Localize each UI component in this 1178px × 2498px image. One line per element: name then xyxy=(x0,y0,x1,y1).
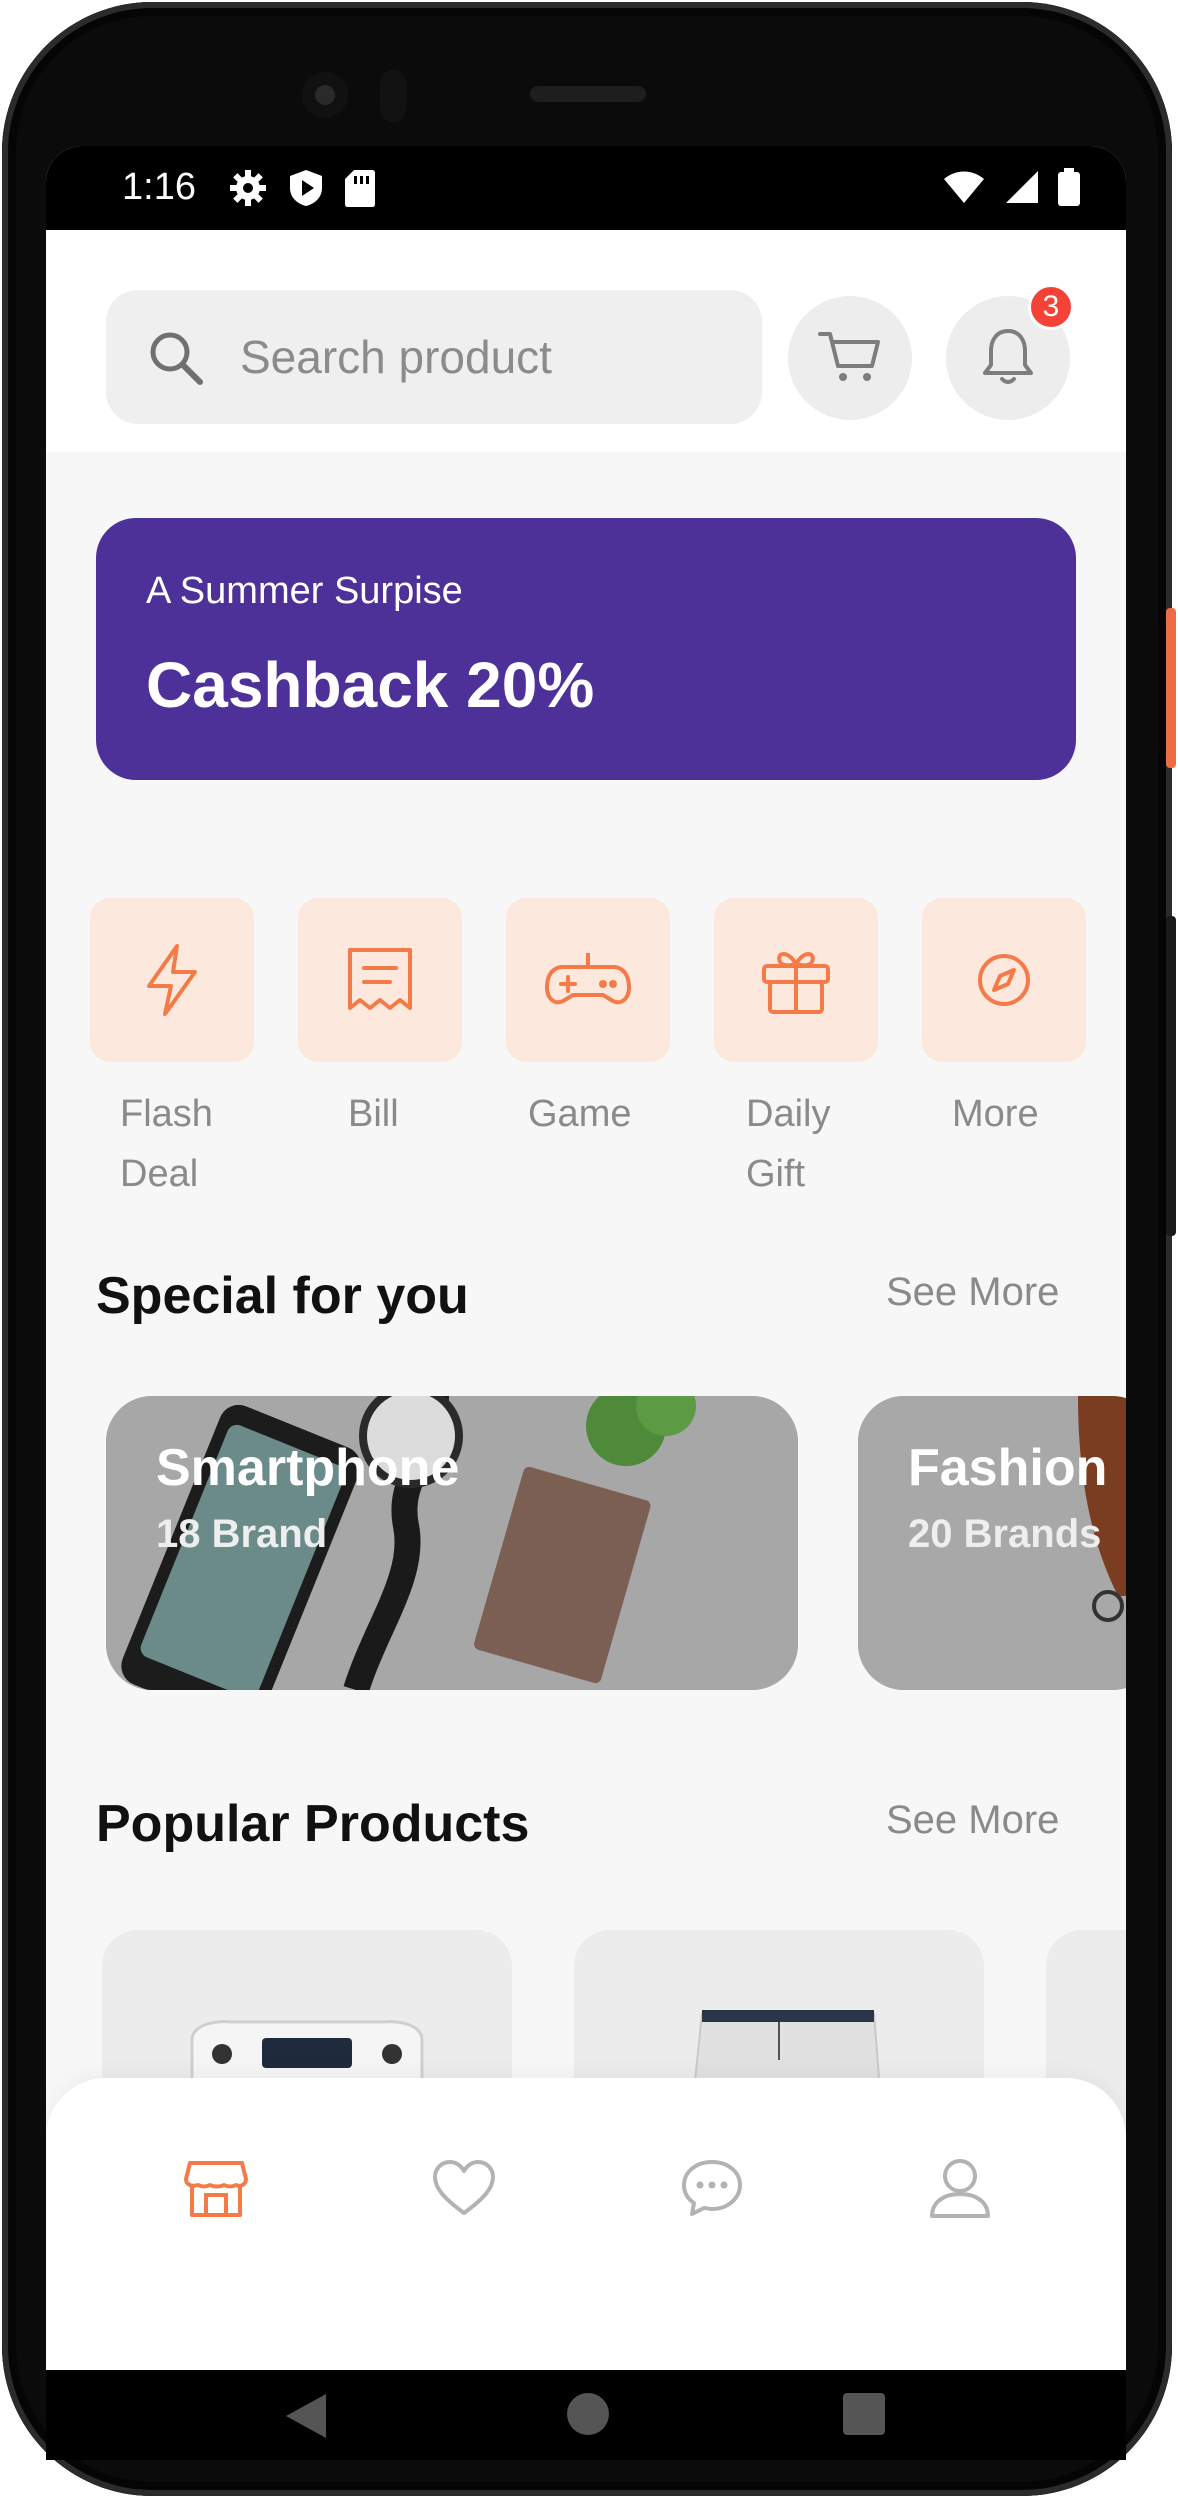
special-card-count: 20 Brands xyxy=(908,1512,1102,1556)
app-screen: 3 A Summer Surpise Cashback 20% FlashDea… xyxy=(46,146,1126,2370)
top-header: 3 xyxy=(46,230,1126,452)
front-camera xyxy=(302,72,348,118)
shield-play-icon xyxy=(288,168,324,213)
special-card-name: Smartphone xyxy=(156,1439,460,1497)
flash-icon xyxy=(90,898,254,1062)
battery-icon xyxy=(1058,168,1080,211)
status-icons-left xyxy=(228,168,376,213)
sensor xyxy=(380,70,406,122)
cart-icon xyxy=(816,326,884,391)
popular-see-more-link[interactable]: See More xyxy=(886,1798,1059,1843)
search-input[interactable] xyxy=(238,324,722,390)
back-icon[interactable] xyxy=(282,2392,328,2445)
promo-banner[interactable]: A Summer Surpise Cashback 20% xyxy=(96,518,1076,780)
game-icon xyxy=(506,898,670,1062)
home-icon[interactable] xyxy=(566,2392,610,2441)
banner-title: Cashback 20% xyxy=(146,649,595,721)
bill-icon xyxy=(298,898,462,1062)
search-bar[interactable] xyxy=(106,290,762,424)
settings-icon xyxy=(228,168,268,213)
gift-icon xyxy=(714,898,878,1062)
category-label: Flash Deal xyxy=(120,1093,213,1195)
cart-button[interactable] xyxy=(788,296,912,420)
category-label: Daily Gift xyxy=(746,1093,831,1195)
chat-bubble-icon xyxy=(680,2158,744,2223)
signal-icon xyxy=(1004,169,1040,210)
nav-chat[interactable] xyxy=(672,2150,752,2230)
earpiece-speaker xyxy=(530,86,646,102)
special-card-name: Fashion xyxy=(908,1439,1108,1497)
category-game[interactable]: Game xyxy=(506,898,670,1144)
bell-icon xyxy=(980,325,1036,392)
recents-icon[interactable] xyxy=(842,2392,886,2441)
category-label: Bill xyxy=(348,1093,399,1135)
status-icons-right xyxy=(942,168,1080,211)
volume-button xyxy=(1166,916,1176,1236)
category-label: Game xyxy=(528,1093,632,1135)
special-see-more-link[interactable]: See More xyxy=(886,1270,1059,1315)
nav-shop[interactable] xyxy=(176,2150,256,2230)
heart-icon xyxy=(432,2159,496,2222)
popular-section-title: Popular Products xyxy=(96,1795,530,1853)
nav-favorites[interactable] xyxy=(424,2150,504,2230)
system-navigation-bar xyxy=(46,2370,1126,2460)
special-section-title: Special for you xyxy=(96,1267,469,1325)
notification-badge: 3 xyxy=(1028,284,1074,330)
nav-profile[interactable] xyxy=(920,2150,1000,2230)
category-bill[interactable]: Bill xyxy=(298,898,462,1144)
category-more[interactable]: More xyxy=(922,898,1086,1144)
special-card-smartphone[interactable]: Smartphone 18 Brand xyxy=(106,1396,798,1690)
power-button xyxy=(1166,608,1176,768)
shop-icon xyxy=(184,2157,248,2224)
discover-icon xyxy=(922,898,1086,1062)
status-bar: 1:16 xyxy=(46,146,1126,230)
special-card-count: 18 Brand xyxy=(156,1512,328,1556)
wifi-icon xyxy=(942,169,986,210)
sd-card-icon xyxy=(344,168,376,213)
status-time: 1:16 xyxy=(122,166,196,208)
search-icon xyxy=(146,328,206,393)
bottom-navigation xyxy=(46,2078,1126,2370)
category-label: More xyxy=(952,1093,1039,1135)
banner-subtitle: A Summer Surpise xyxy=(146,570,463,612)
category-flash-deal[interactable]: Flash Deal xyxy=(90,898,254,1204)
category-daily-gift[interactable]: Daily Gift xyxy=(714,898,878,1204)
special-card-fashion[interactable]: Fashion 20 Brands xyxy=(858,1396,1126,1690)
user-icon xyxy=(928,2156,992,2225)
notifications-button[interactable]: 3 xyxy=(946,284,1074,420)
